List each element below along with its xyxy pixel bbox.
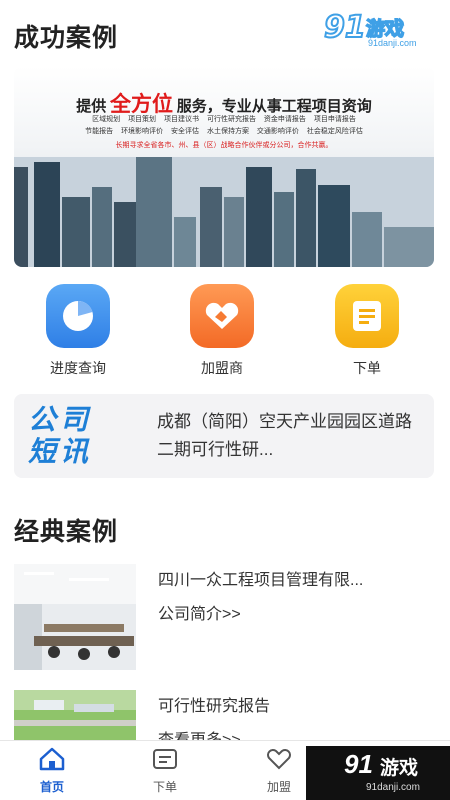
banner-tag: 节能报告 [85, 128, 114, 135]
case-title: 四川一众工程项目管理有限... [158, 572, 364, 589]
watermark-number: 91 [344, 749, 373, 779]
tab-order-label: 下单 [152, 780, 177, 794]
banner-tag: 水土保持方案 [206, 128, 249, 135]
tab-join-label: 加盟 [266, 780, 291, 794]
home-icon [39, 747, 65, 771]
franchisee-label: 加盟商 [201, 360, 243, 376]
document-icon [335, 284, 399, 348]
promo-banner[interactable]: 提供 全方位 服务，专业从事工程项目资询 区域规划 项目策划 项目建议书 可行性… [14, 66, 434, 267]
success-cases-title: 成功案例 [14, 24, 119, 52]
banner-headline-prefix: 提供 [76, 99, 107, 115]
franchisee-button[interactable]: 加盟商 [177, 284, 267, 378]
company-profile-link[interactable]: 公司简介>> [158, 600, 241, 624]
banner-red-note: 长期寻求全省各市、州、县（区）战略合作伙伴或分公司，合作共赢。 [115, 142, 333, 149]
city-skyline-image [14, 157, 434, 267]
banner-tag: 项目建议书 [164, 116, 200, 123]
banner-tag: 资金申请报告 [263, 116, 306, 123]
banner-tag: 交通影响评价 [256, 128, 299, 135]
watermark-text: 游戏 [365, 18, 405, 41]
banner-headline-suffix: 服务，专业从事工程项目资询 [176, 99, 372, 115]
banner-headline-highlight: 全方位 [110, 92, 173, 116]
banner-tag: 社会稳定风险评估 [306, 128, 363, 135]
progress-query-label: 进度查询 [50, 360, 106, 376]
classic-cases-title: 经典案例 [14, 518, 119, 546]
company-news-card[interactable]: 公司 短讯 成都（简阳）空天产业园园区道路二期可行性研... [14, 394, 434, 478]
progress-query-button[interactable]: 进度查询 [33, 284, 123, 378]
banner-tags: 区域规划 项目策划 项目建议书 可行性研究报告 资金申请报告 项目申请报告 节能… [54, 114, 394, 138]
watermark-badge: 91 游戏 91danji.com [306, 746, 450, 800]
watermark-text: 游戏 [380, 758, 419, 779]
handshake-icon [190, 284, 254, 348]
news-logo-line1: 公司 [28, 404, 93, 435]
tab-order[interactable]: 下单 [135, 747, 195, 795]
order-icon [153, 749, 177, 769]
banner-tag: 项目申请报告 [313, 116, 356, 123]
watermark-url: 91danji.com [368, 38, 417, 48]
watermark-logo: 91 游戏 91danji.com [323, 9, 417, 52]
tab-join[interactable]: 加盟 [249, 747, 309, 795]
news-headline: 成都（简阳）空天产业园园区道路二期可行性研... [157, 412, 412, 459]
join-icon [267, 749, 291, 770]
pie-chart-icon [46, 284, 110, 348]
watermark-url: 91danji.com [366, 782, 420, 793]
place-order-button[interactable]: 下单 [322, 284, 412, 378]
office-photo [14, 564, 136, 670]
banner-tag: 区域规划 [92, 116, 121, 123]
news-logo-line2: 短讯 [28, 436, 93, 467]
company-news-logo: 公司 短讯 [28, 404, 128, 468]
banner-tag: 环境影响评价 [121, 128, 164, 135]
tab-home-label: 首页 [39, 780, 64, 794]
banner-tag: 可行性研究报告 [206, 116, 256, 123]
banner-tag: 项目策划 [128, 116, 157, 123]
banner-tag: 安全评估 [171, 128, 200, 135]
place-order-label: 下单 [353, 360, 381, 376]
case-item[interactable]: 四川一众工程项目管理有限... 公司简介>> [14, 564, 434, 670]
tab-home[interactable]: 首页 [22, 747, 82, 795]
case-title: 可行性研究报告 [158, 698, 271, 715]
watermark-number: 91 [323, 9, 367, 46]
